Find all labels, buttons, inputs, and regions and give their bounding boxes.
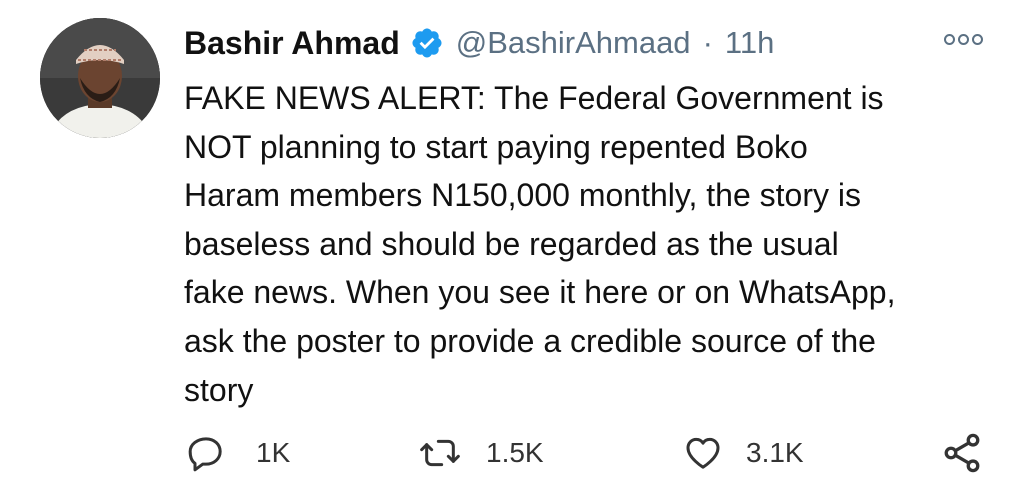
tweet-line: fake news. When you see it here or on Wh… xyxy=(184,274,896,311)
tweet-line: Haram members N150,000 monthly, the stor… xyxy=(184,177,861,214)
reply-count: 1K xyxy=(256,437,291,468)
share-button[interactable] xyxy=(940,426,984,480)
retweet-button[interactable]: 1.5K xyxy=(418,426,544,480)
tweet-line: story xyxy=(184,371,254,408)
more-dot xyxy=(958,34,969,45)
author-name[interactable]: Bashir Ahmad xyxy=(184,25,400,62)
like-button[interactable]: 3.1K xyxy=(682,426,804,480)
tweet-line: FAKE NEWS ALERT: The Federal Government … xyxy=(184,80,884,116)
action-bar: 1K 1.5K 3.1K xyxy=(0,426,1024,480)
tweet-header: Bashir Ahmad @BashirAhmaad · 11h xyxy=(184,20,774,66)
tweet-card: Bashir Ahmad @BashirAhmaad · 11h FAKE NE… xyxy=(0,0,1024,494)
more-dot xyxy=(972,34,983,45)
more-dot xyxy=(944,34,955,45)
tweet-text: FAKE NEWS ALERT: The Federal Government … xyxy=(184,74,994,414)
tweet-line: NOT planning to start paying repented Bo… xyxy=(184,128,808,165)
tweet-timestamp[interactable]: 11h xyxy=(725,25,774,61)
more-options-icon[interactable] xyxy=(944,34,983,45)
reply-button[interactable]: 1K xyxy=(186,426,290,480)
like-count: 3.1K xyxy=(746,437,804,468)
share-icon xyxy=(944,433,980,473)
heart-icon xyxy=(686,437,720,469)
tweet-line: baseless and should be regarded as the u… xyxy=(184,225,839,262)
retweet-count: 1.5K xyxy=(486,437,544,468)
header-separator: · xyxy=(702,25,713,60)
author-handle[interactable]: @BashirAhmaad xyxy=(456,25,691,61)
tweet-line: ask the poster to provide a credible sou… xyxy=(184,322,876,359)
reply-icon xyxy=(188,437,222,472)
verified-badge-icon xyxy=(412,28,442,58)
avatar[interactable] xyxy=(40,18,160,138)
retweet-icon xyxy=(420,439,460,467)
avatar-image xyxy=(40,18,160,138)
